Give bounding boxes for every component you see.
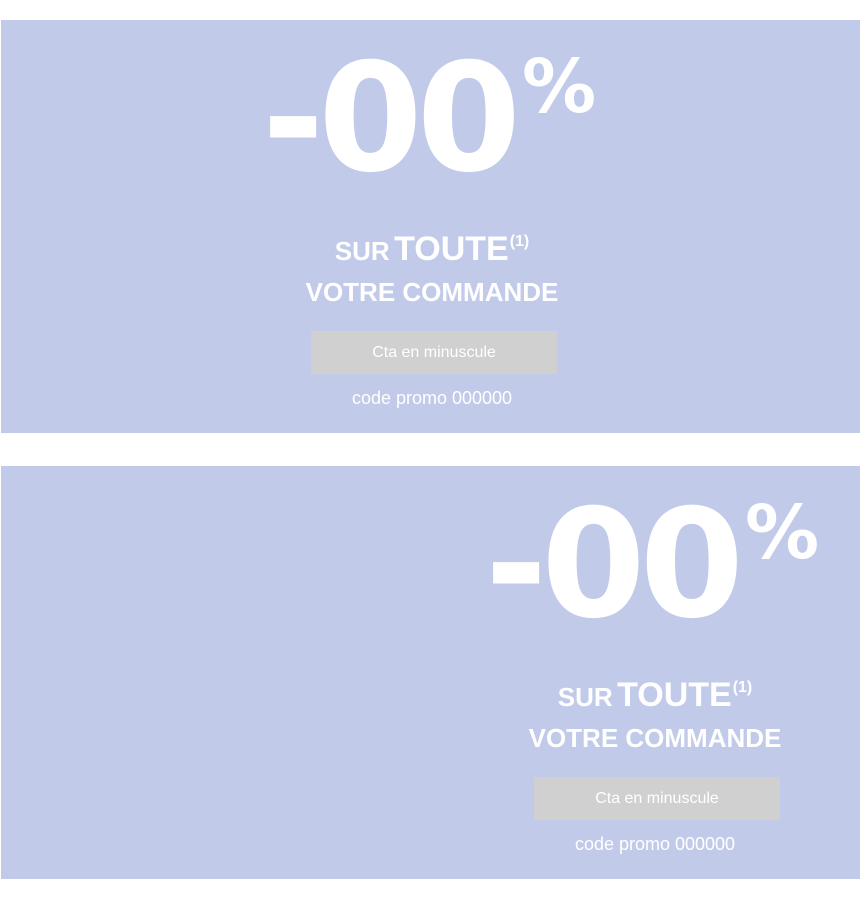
percent-sign: % [522,44,597,130]
cta-button[interactable]: Cta en minuscule [534,777,780,820]
headline-line-1: SUR TOUTE(1) [445,676,861,715]
discount-amount: -00 % [222,34,642,204]
promo-banner-right: -00 % SUR TOUTE(1) VOTRE COMMANDE Cta en… [1,466,860,879]
footnote-marker: (1) [509,233,530,250]
discount-value: -00 [485,478,744,652]
footnote-marker: (1) [732,679,753,696]
headline-big-word: TOUTE [394,230,509,268]
headline-small-word: SUR [557,682,613,712]
banner-content: -00 % SUR TOUTE(1) VOTRE COMMANDE Cta en… [445,466,861,879]
promo-code-text: code promo 000000 [574,834,736,854]
banner-content: -00 % SUR TOUTE(1) VOTRE COMMANDE Cta en… [222,20,642,433]
percent-sign: % [745,490,820,576]
discount-value: -00 [262,32,521,206]
headline-line-2: VOTRE COMMANDE [305,277,559,307]
headline-small-word: SUR [334,236,390,266]
promo-code-text: code promo 000000 [351,388,513,408]
promo-banner-centered: -00 % SUR TOUTE(1) VOTRE COMMANDE Cta en… [1,20,860,433]
page: -00 % SUR TOUTE(1) VOTRE COMMANDE Cta en… [0,0,861,908]
headline-line-2: VOTRE COMMANDE [528,723,782,753]
headline-big-word: TOUTE [617,676,732,714]
discount-amount: -00 % [445,480,861,650]
cta-button[interactable]: Cta en minuscule [311,331,557,374]
headline-line-1: SUR TOUTE(1) [222,230,642,269]
